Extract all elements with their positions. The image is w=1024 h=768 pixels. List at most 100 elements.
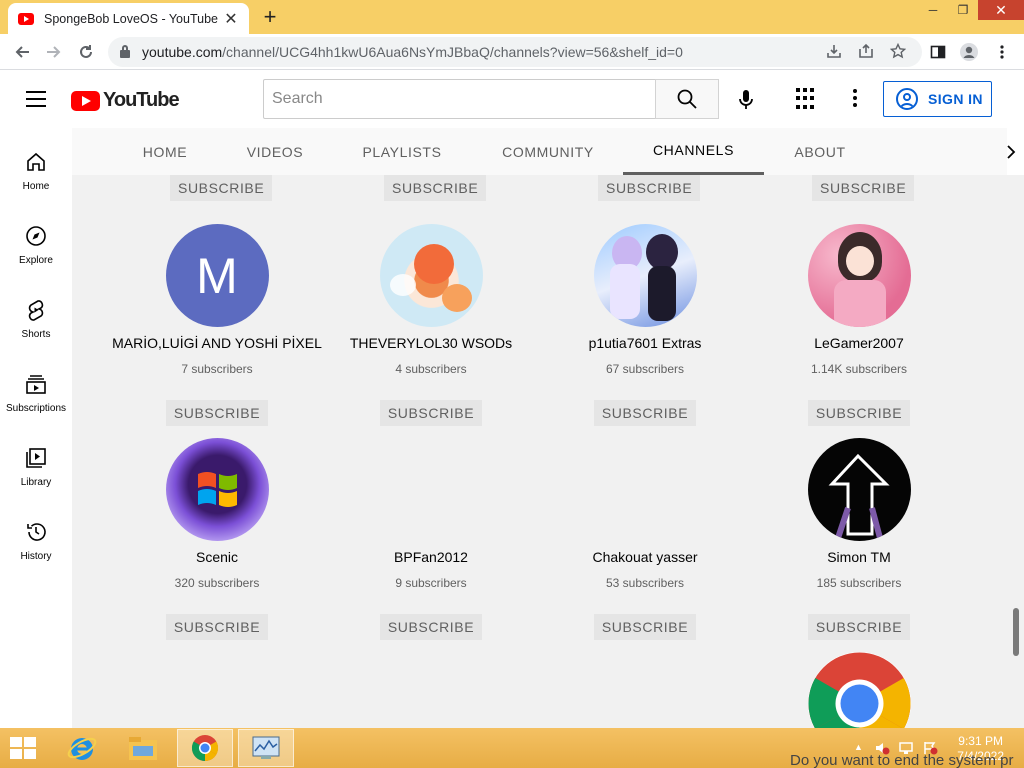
subscriber-count: 9 subscribers: [395, 576, 467, 590]
search-input[interactable]: [264, 80, 655, 118]
guide-item-explore[interactable]: Explore: [0, 216, 72, 280]
subscribe-button[interactable]: SUBSCRIBE: [593, 400, 697, 426]
subscribe-button[interactable]: SUBSCRIBE: [165, 614, 269, 640]
channel-avatar[interactable]: [379, 224, 483, 327]
back-button[interactable]: [10, 40, 34, 64]
guide-label: History: [20, 551, 52, 562]
channel-avatar[interactable]: [807, 652, 911, 728]
account-icon: [896, 88, 918, 110]
guide-item-subscriptions[interactable]: Subscriptions: [0, 364, 72, 428]
channel-name[interactable]: BPFan2012: [394, 549, 468, 565]
new-tab-button[interactable]: +: [258, 4, 282, 30]
channel-name[interactable]: Simon TM: [827, 549, 891, 565]
subscribe-button[interactable]: SUBSCRIBE: [170, 175, 273, 201]
subscribe-button[interactable]: SUBSCRIBE: [812, 175, 915, 201]
guide-item-shorts[interactable]: Shorts: [0, 290, 72, 354]
channel-name[interactable]: p1utia7601 Extras: [589, 335, 702, 351]
profile-icon[interactable]: [957, 40, 981, 64]
resource-monitor-icon[interactable]: [238, 729, 294, 767]
channel-tabs: HOME VIDEOS PLAYLISTS COMMUNITY CHANNELS…: [72, 128, 1016, 175]
shorts-icon: [24, 298, 48, 322]
channel-avatar[interactable]: [807, 438, 911, 541]
back-arrow-icon: [15, 46, 29, 58]
channel-card: [752, 652, 966, 728]
guide-label: Home: [22, 181, 50, 192]
guide-label: Explore: [19, 255, 53, 266]
forward-button[interactable]: [42, 40, 66, 64]
history-icon: [24, 520, 48, 544]
channel-name[interactable]: THEVERYLOL30 WSODs: [350, 335, 512, 351]
subscribe-button[interactable]: SUBSCRIBE: [384, 175, 487, 201]
search-button[interactable]: [655, 79, 719, 119]
sign-in-button[interactable]: SIGN IN: [883, 81, 992, 117]
arrow-logo-icon: [828, 453, 890, 539]
tab-community[interactable]: COMMUNITY: [496, 128, 600, 175]
subscriber-count: 7 subscribers: [181, 362, 253, 376]
channel-avatar[interactable]: M: [165, 224, 269, 327]
channel-name[interactable]: MARİO,LUİGİ AND YOSHİ PİXEL: [112, 335, 322, 351]
subscribe-button[interactable]: SUBSCRIBE: [165, 400, 269, 426]
close-window-button[interactable]: ✕: [978, 0, 1024, 20]
address-bar[interactable]: youtube.com/channel/UCG4hh1kwU6Aua6NsYmJ…: [108, 37, 922, 67]
subscribe-button[interactable]: SUBSCRIBE: [598, 175, 701, 201]
tab-home[interactable]: HOME: [134, 128, 196, 175]
side-panel-icon[interactable]: [926, 40, 950, 64]
channel-avatar[interactable]: [807, 224, 911, 327]
guide-item-home[interactable]: Home: [0, 142, 72, 206]
channel-name[interactable]: Scenic: [196, 549, 238, 565]
restore-button[interactable]: ❐: [948, 0, 978, 20]
guide-item-library[interactable]: Library: [0, 438, 72, 502]
reload-button[interactable]: [74, 40, 98, 64]
channel-card: Chakouat yasser 53 subscribers SUBSCRIBE: [538, 438, 752, 640]
share-icon[interactable]: [856, 43, 876, 63]
subscriber-count: 185 subscribers: [816, 576, 902, 590]
guide-item-history[interactable]: History: [0, 512, 72, 576]
subscriptions-icon: [24, 372, 48, 396]
sign-in-label: SIGN IN: [928, 91, 983, 107]
menu-icon[interactable]: [26, 91, 46, 107]
chevron-right-icon[interactable]: [999, 140, 1023, 164]
lock-icon[interactable]: [120, 45, 130, 58]
subscribe-button[interactable]: SUBSCRIBE: [807, 614, 911, 640]
start-button[interactable]: [10, 737, 38, 761]
file-explorer-icon[interactable]: [115, 729, 171, 767]
settings-more-icon[interactable]: [845, 86, 865, 110]
url-text: youtube.com/channel/UCG4hh1kwU6Aua6NsYmJ…: [142, 44, 683, 60]
channel-avatar[interactable]: [593, 224, 697, 327]
subscriber-count: 4 subscribers: [395, 362, 467, 376]
channel-avatar[interactable]: [380, 438, 483, 541]
forward-arrow-icon: [47, 46, 61, 58]
subscribe-button[interactable]: SUBSCRIBE: [379, 614, 483, 640]
tab-channels[interactable]: CHANNELS: [623, 128, 764, 175]
channel-avatar[interactable]: [594, 438, 697, 541]
windows-logo-icon: [197, 472, 237, 507]
subscribe-button[interactable]: SUBSCRIBE: [379, 400, 483, 426]
install-icon[interactable]: [824, 43, 844, 63]
apps-grid-icon[interactable]: [796, 88, 818, 110]
subscribe-button[interactable]: SUBSCRIBE: [807, 400, 911, 426]
chrome-taskbar-icon[interactable]: [177, 729, 233, 767]
channel-name[interactable]: LeGamer2007: [814, 335, 904, 351]
channel-card: M MARİO,LUİGİ AND YOSHİ PİXEL 7 subscrib…: [110, 224, 324, 426]
home-icon: [24, 150, 48, 174]
bookmark-star-icon[interactable]: [888, 42, 908, 63]
subscribe-button[interactable]: SUBSCRIBE: [593, 614, 697, 640]
close-tab-icon[interactable]: ✕: [223, 9, 239, 29]
tray-expand-icon[interactable]: ▲: [854, 742, 863, 752]
search-icon: [677, 89, 697, 109]
channel-name[interactable]: Chakouat yasser: [592, 549, 697, 565]
tab-playlists[interactable]: PLAYLISTS: [356, 128, 448, 175]
channel-avatar[interactable]: [165, 438, 269, 541]
scrollbar-thumb[interactable]: [1013, 608, 1019, 656]
page-scrollbar[interactable]: [1007, 175, 1024, 728]
browser-tab[interactable]: SpongeBob LoveOS - YouTube ✕: [8, 3, 249, 34]
subscriber-count: 1.14K subscribers: [810, 362, 908, 376]
minimize-button[interactable]: ─: [918, 0, 948, 20]
internet-explorer-icon[interactable]: [54, 729, 110, 767]
subscriber-count: 67 subscribers: [605, 362, 685, 376]
chrome-menu-icon[interactable]: [990, 40, 1014, 64]
tab-about[interactable]: ABOUT: [786, 128, 854, 175]
voice-search-button[interactable]: [730, 84, 762, 116]
tab-videos[interactable]: VIDEOS: [240, 128, 310, 175]
youtube-logo[interactable]: YouTube: [71, 89, 180, 112]
